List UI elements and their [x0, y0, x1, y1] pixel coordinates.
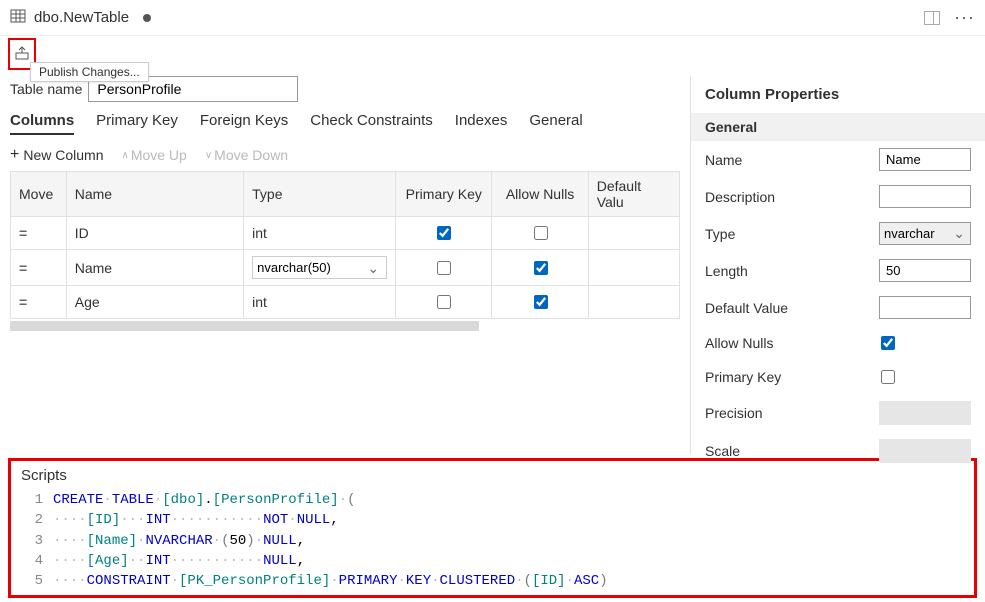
- cell-default[interactable]: [588, 286, 679, 319]
- prop-check-nulls[interactable]: [881, 336, 895, 350]
- scripts-panel: Scripts 1CREATE·TABLE·[dbo].[PersonProfi…: [8, 458, 977, 598]
- toolbar: Publish Changes...: [0, 36, 985, 76]
- cell-default[interactable]: [588, 217, 679, 250]
- cell-nulls-checkbox[interactable]: [534, 261, 548, 275]
- prop-select-type[interactable]: nvarchar: [879, 222, 971, 245]
- prop-label-name: Name: [705, 152, 742, 168]
- cell-default[interactable]: [588, 250, 679, 286]
- grid-header-nulls: Allow Nulls: [492, 172, 588, 217]
- cell-name[interactable]: Name: [66, 250, 243, 286]
- move-up-button[interactable]: ∧ Move Up: [121, 147, 186, 163]
- grid-header-pk: Primary Key: [396, 172, 492, 217]
- new-column-button[interactable]: + New Column: [10, 147, 103, 163]
- dirty-indicator-icon: [143, 14, 151, 22]
- prop-label-description: Description: [705, 189, 775, 205]
- columns-grid: Move Name Type Primary Key Allow Nulls D…: [10, 171, 680, 319]
- cell-nulls-checkbox[interactable]: [534, 295, 548, 309]
- tab-columns[interactable]: Columns: [10, 112, 74, 135]
- grid-header-name: Name: [66, 172, 243, 217]
- prop-label-type: Type: [705, 226, 735, 242]
- drag-handle-icon[interactable]: =: [11, 217, 67, 250]
- drag-handle-icon[interactable]: =: [11, 286, 67, 319]
- scripts-editor[interactable]: 1CREATE·TABLE·[dbo].[PersonProfile]·(2··…: [21, 490, 964, 591]
- type-select[interactable]: nvarchar(50): [252, 256, 387, 279]
- cell-nulls-checkbox[interactable]: [534, 226, 548, 240]
- grid-header-type: Type: [244, 172, 396, 217]
- table-row[interactable]: =IDint: [11, 217, 680, 250]
- prop-input-default[interactable]: [879, 296, 971, 319]
- cell-name[interactable]: Age: [66, 286, 243, 319]
- properties-section-general: General: [691, 113, 985, 141]
- publish-tooltip: Publish Changes...: [30, 62, 149, 82]
- designer-tabs: Columns Primary Key Foreign Keys Check C…: [10, 112, 680, 135]
- cell-pk-checkbox[interactable]: [437, 261, 451, 275]
- titlebar: dbo.NewTable ···: [0, 0, 985, 36]
- prop-label-nulls: Allow Nulls: [705, 335, 773, 351]
- chevron-up-icon: ∧: [121, 150, 128, 161]
- prop-label-default: Default Value: [705, 300, 788, 316]
- prop-label-pk: Primary Key: [705, 369, 781, 385]
- prop-input-name[interactable]: [879, 148, 971, 171]
- publish-icon: [14, 45, 30, 64]
- table-icon: [10, 8, 26, 27]
- prop-input-length[interactable]: [879, 259, 971, 282]
- prop-label-precision: Precision: [705, 405, 763, 421]
- grid-header-move: Move: [11, 172, 67, 217]
- tab-primary-key[interactable]: Primary Key: [96, 112, 178, 135]
- cell-name[interactable]: ID: [66, 217, 243, 250]
- cell-pk-checkbox[interactable]: [437, 295, 451, 309]
- table-row[interactable]: =Ageint: [11, 286, 680, 319]
- table-name-label: Table name: [10, 81, 82, 97]
- grid-scrollbar[interactable]: [10, 321, 479, 331]
- column-properties-panel: Column Properties General Name Descripti…: [690, 76, 985, 454]
- table-row[interactable]: =Name nvarchar(50): [11, 250, 680, 286]
- prop-label-length: Length: [705, 263, 748, 279]
- cell-pk-checkbox[interactable]: [437, 226, 451, 240]
- new-column-label: New Column: [23, 147, 103, 163]
- tab-foreign-keys[interactable]: Foreign Keys: [200, 112, 288, 135]
- tab-general[interactable]: General: [529, 112, 582, 135]
- drag-handle-icon[interactable]: =: [11, 250, 67, 286]
- prop-readonly-precision: [879, 401, 971, 425]
- plus-icon: +: [10, 147, 19, 163]
- cell-type[interactable]: int: [244, 217, 396, 250]
- move-down-button[interactable]: ∨ Move Down: [205, 147, 288, 163]
- prop-label-scale: Scale: [705, 443, 740, 459]
- cell-type[interactable]: int: [244, 286, 396, 319]
- properties-title: Column Properties: [691, 76, 985, 113]
- tab-check-constraints[interactable]: Check Constraints: [310, 112, 433, 135]
- prop-input-description[interactable]: [879, 185, 971, 208]
- prop-readonly-scale: [879, 439, 971, 463]
- more-actions-icon[interactable]: ···: [954, 7, 975, 28]
- split-editor-icon[interactable]: [924, 11, 940, 25]
- grid-header-default: Default Valu: [588, 172, 679, 217]
- cell-type[interactable]: nvarchar(50): [244, 250, 396, 286]
- tab-indexes[interactable]: Indexes: [455, 112, 508, 135]
- prop-check-pk[interactable]: [881, 370, 895, 384]
- tab-title: dbo.NewTable: [34, 9, 129, 26]
- chevron-down-icon: ∨: [205, 150, 212, 161]
